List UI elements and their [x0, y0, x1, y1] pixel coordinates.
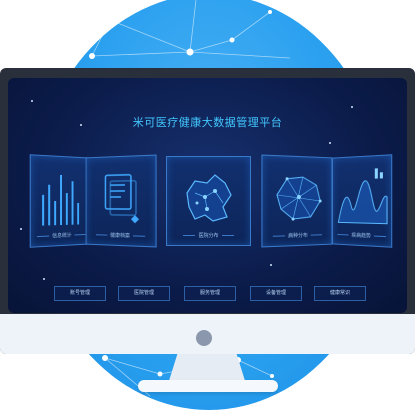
- nav-hospital-management[interactable]: 医院管理: [118, 286, 170, 301]
- card-health-records[interactable]: 健康档案: [86, 155, 157, 248]
- monitor-base: [138, 380, 278, 392]
- card-label: 医院分布: [167, 232, 250, 239]
- card-disease-distribution[interactable]: 病种分布: [261, 155, 332, 248]
- dashboard-screen: 米可医疗健康大数据管理平台 信息统计: [8, 78, 407, 313]
- nav-account-management[interactable]: 账号管理: [54, 286, 106, 301]
- card-label: 健康档案: [87, 231, 156, 240]
- bar-chart-icon: [31, 164, 91, 237]
- document-icon: [87, 164, 156, 236]
- nav-health-knowledge[interactable]: 健康常识: [314, 286, 366, 301]
- trend-chart-icon: [333, 162, 391, 235]
- card-label: 病种分布: [262, 231, 331, 240]
- nav-device-management[interactable]: 设备管理: [250, 286, 302, 301]
- card-label: 信息统计: [31, 231, 91, 241]
- card-hospital-distribution[interactable]: 医院分布: [166, 156, 251, 246]
- card-disease-trend[interactable]: 疾病趋势: [332, 154, 392, 248]
- card-info-statistics[interactable]: 信息统计: [30, 154, 92, 248]
- card-label: 疾病趋势: [333, 231, 391, 241]
- map-icon: [167, 163, 250, 233]
- power-button-icon[interactable]: [196, 330, 212, 346]
- platform-title: 米可医疗健康大数据管理平台: [8, 114, 407, 130]
- network-map-icon: [262, 162, 331, 234]
- nav-service-management[interactable]: 服务管理: [184, 286, 236, 301]
